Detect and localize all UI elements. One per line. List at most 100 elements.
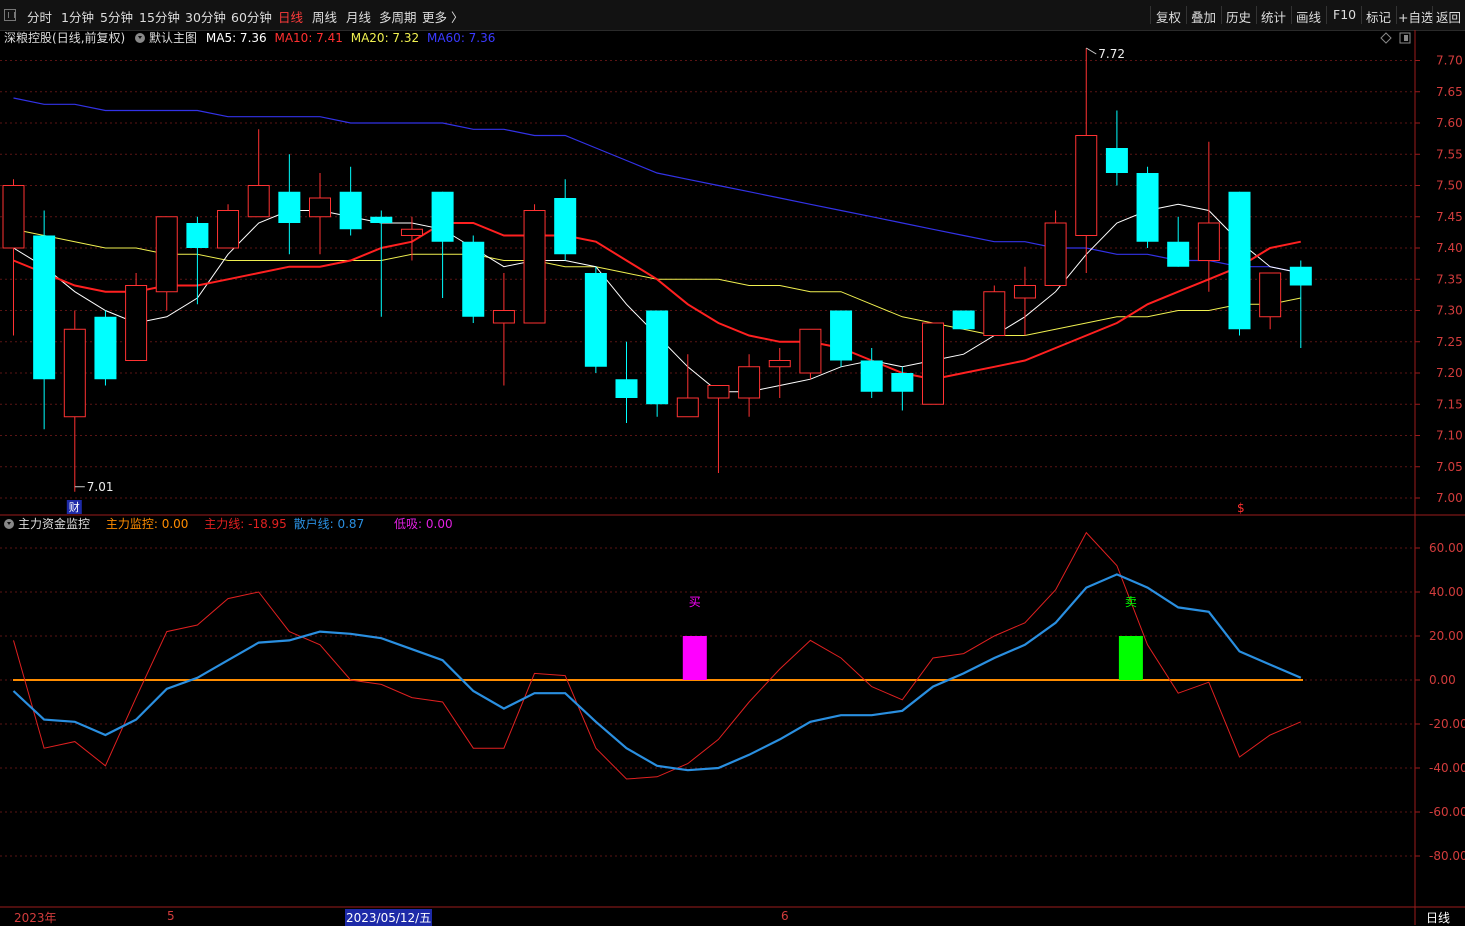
price-tick-label: 7.35: [1436, 272, 1463, 286]
candle[interactable]: [707, 385, 730, 474]
candle[interactable]: [63, 310, 86, 492]
indicator-tick-label: -40.00: [1429, 761, 1465, 775]
candle-body-down: [891, 373, 914, 392]
candle[interactable]: [830, 310, 853, 367]
candle-body-up: [492, 310, 515, 324]
candle-body-up: [1259, 272, 1282, 318]
indicator-dropdown-icon[interactable]: [4, 519, 14, 529]
price-tick-label: 7.15: [1436, 397, 1463, 411]
candle[interactable]: [462, 235, 485, 324]
candle[interactable]: [554, 179, 577, 261]
candle[interactable]: [1259, 272, 1282, 330]
candle-body-up: [247, 185, 270, 218]
main-line-value: 主力线: -18.95: [204, 517, 287, 531]
candle[interactable]: [952, 310, 975, 330]
candle[interactable]: [738, 354, 761, 417]
candle[interactable]: [676, 354, 699, 418]
candle-body-down: [952, 310, 975, 330]
ma5-value: MA5: 7.36: [205, 31, 267, 45]
candle[interactable]: [1044, 210, 1067, 286]
candle-body-down: [584, 273, 607, 367]
dividend-marker[interactable]: $: [1237, 501, 1245, 515]
candle[interactable]: [94, 310, 117, 386]
candle[interactable]: [1105, 110, 1128, 186]
candle[interactable]: [1136, 166, 1159, 248]
candle[interactable]: [646, 310, 669, 417]
candle[interactable]: [339, 166, 362, 236]
price-tick-label: 7.00: [1436, 491, 1463, 505]
candle[interactable]: [278, 154, 301, 255]
candle-body-up: [1197, 222, 1220, 261]
candle[interactable]: [33, 210, 56, 430]
price-tick-label: 7.65: [1436, 85, 1463, 99]
stock-name[interactable]: 深粮控股: [4, 31, 52, 45]
diamond-icon[interactable]: [1380, 32, 1392, 44]
candle-body-up: [1075, 135, 1098, 236]
candle-body-up: [63, 328, 86, 418]
chart-canvas[interactable]: 7.72 7.01 财 $ 买 卖 7.70 7.65 7.60 7.55 7.50 7.45 7.4…: [0, 0, 1465, 925]
buy-signal-label: 买: [689, 595, 701, 609]
candle-body-down: [1105, 148, 1128, 173]
candle[interactable]: [492, 273, 515, 386]
price-tick-label: 7.20: [1436, 366, 1463, 380]
candle[interactable]: [431, 191, 454, 298]
ma60-value: MA60: 7.36: [426, 31, 496, 45]
candle[interactable]: [155, 216, 178, 311]
indicator-tick-label: 0.00: [1429, 673, 1456, 687]
candle[interactable]: [584, 266, 607, 373]
candle-body-down: [431, 191, 454, 242]
indicator-tick-label: 60.00: [1429, 541, 1463, 555]
indicator-tick-label: 20.00: [1429, 629, 1463, 643]
candle[interactable]: [247, 129, 270, 218]
candle-body-down: [1167, 241, 1190, 267]
candle-body-up: [768, 360, 791, 368]
candle[interactable]: [125, 273, 148, 361]
candle-body-up: [155, 216, 178, 293]
candle-body-up: [523, 210, 546, 324]
price-tick-label: 7.60: [1436, 116, 1463, 130]
monitor-value: 主力监控: 0.00: [105, 517, 189, 531]
candle[interactable]: [1167, 216, 1190, 267]
candle-body-down: [830, 310, 853, 361]
candle[interactable]: [1013, 266, 1036, 336]
candle-body-down: [646, 310, 669, 405]
candle[interactable]: [309, 173, 331, 255]
candle-body-up: [309, 197, 331, 218]
candle[interactable]: [370, 210, 393, 317]
candle[interactable]: [2, 179, 25, 336]
price-axis: 7.70 7.65 7.60 7.55 7.50 7.45 7.40 7.35 7.30 7.25…: [1415, 54, 1463, 505]
candle[interactable]: [768, 348, 791, 398]
candle[interactable]: [1228, 191, 1251, 336]
sell-signal-bar: [1118, 636, 1143, 680]
candle[interactable]: [1075, 48, 1098, 273]
candle[interactable]: [217, 204, 240, 249]
candle[interactable]: [983, 285, 1006, 336]
cursor-date-label: 2023/05/12/五: [345, 909, 433, 926]
indicator-tick-label: -20.00: [1429, 717, 1465, 731]
candle-body-up: [799, 328, 822, 374]
candle-body-up: [2, 185, 25, 249]
candle-body-up: [217, 210, 240, 249]
candle-body-up: [125, 285, 148, 361]
candle[interactable]: [860, 348, 883, 398]
candle[interactable]: [523, 204, 546, 324]
template-dropdown-icon[interactable]: [135, 33, 146, 43]
candle[interactable]: [615, 341, 638, 423]
candle-body-up: [1013, 285, 1036, 299]
candle[interactable]: [799, 328, 822, 380]
candle[interactable]: [922, 322, 944, 405]
candle[interactable]: [1289, 260, 1312, 349]
indicator-name[interactable]: 主力资金监控: [18, 517, 90, 531]
template-name[interactable]: 默认主图: [149, 31, 197, 45]
retail-line-value: 散户线: 0.87: [293, 517, 365, 531]
price-tick-label: 7.10: [1436, 429, 1463, 443]
period-badge[interactable]: 日线: [1426, 909, 1450, 926]
high-price-label: 7.72: [1098, 47, 1125, 61]
low-price-label: 7.01: [87, 480, 114, 494]
candle-body-up: [400, 228, 423, 236]
month-june-label: 6: [781, 909, 789, 923]
candle[interactable]: [186, 216, 209, 305]
candle-body-up: [676, 397, 699, 418]
adjust-mode: (日线,前复权): [52, 31, 126, 45]
buy-signal-bar: [682, 636, 707, 680]
